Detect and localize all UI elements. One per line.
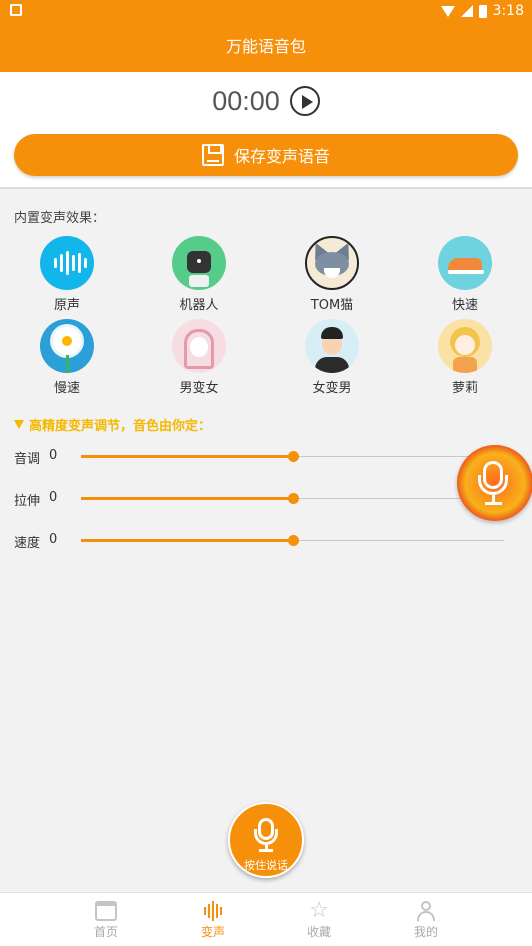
voice-wave-icon bbox=[202, 901, 224, 921]
effects-section-title: 内置变声效果： bbox=[14, 211, 106, 226]
sneaker-icon bbox=[438, 236, 492, 290]
status-time: 3:18 bbox=[492, 3, 524, 19]
slider-thumb[interactable] bbox=[287, 493, 299, 504]
floating-record-button[interactable] bbox=[457, 445, 532, 521]
man-icon bbox=[305, 319, 359, 373]
effect-label: TOM猫 bbox=[310, 298, 354, 313]
girl-icon bbox=[172, 319, 226, 373]
slider-value: 0 bbox=[49, 448, 58, 463]
nav-home[interactable]: 首页 bbox=[76, 901, 136, 940]
nav-favorites[interactable]: ☆ 收藏 bbox=[289, 898, 349, 940]
slider-fill bbox=[81, 539, 293, 542]
tom-cat-icon bbox=[305, 236, 359, 290]
nav-label: 我的 bbox=[413, 925, 438, 939]
playback-time: 00:00 bbox=[212, 85, 280, 116]
little-girl-icon bbox=[438, 319, 492, 373]
slider-label: 音调 bbox=[14, 452, 41, 467]
stretch-slider: 拉伸 0 bbox=[14, 488, 514, 510]
effect-fast[interactable]: 快速 bbox=[420, 236, 510, 313]
play-icon[interactable] bbox=[289, 86, 320, 116]
slider-label: 拉伸 bbox=[14, 494, 41, 509]
signal-icon bbox=[460, 5, 473, 17]
battery-icon bbox=[478, 4, 487, 18]
wifi-icon bbox=[440, 5, 455, 17]
home-icon bbox=[95, 901, 117, 921]
timer-row: 00:00 bbox=[0, 78, 532, 124]
app-bar: 万能语音包 bbox=[0, 24, 532, 72]
robot-icon bbox=[172, 236, 226, 290]
slider-value: 0 bbox=[49, 490, 58, 505]
nav-voice-change[interactable]: 变声 bbox=[183, 901, 243, 940]
effect-robot[interactable]: 机器人 bbox=[154, 236, 244, 313]
hold-to-talk-label: 按住说话 bbox=[244, 859, 288, 872]
slider-fill bbox=[81, 455, 293, 458]
effect-lolita[interactable]: 萝莉 bbox=[420, 319, 510, 396]
nav-label: 首页 bbox=[93, 925, 118, 939]
speed-slider: 速度 0 bbox=[14, 530, 514, 552]
page-title: 万能语音包 bbox=[225, 37, 306, 56]
player-panel: 00:00 保存变声语音 bbox=[0, 72, 532, 189]
nav-profile[interactable]: 我的 bbox=[396, 901, 456, 940]
save-voice-button[interactable]: 保存变声语音 bbox=[14, 134, 518, 176]
slider-fill bbox=[81, 497, 293, 500]
slider-value: 0 bbox=[49, 532, 58, 547]
slider-thumb[interactable] bbox=[287, 535, 299, 546]
effect-tom-cat[interactable]: TOM猫 bbox=[287, 236, 377, 313]
adjust-section-title: 高精度变声调节，音色由你定： bbox=[14, 415, 211, 434]
adjust-section-label: 高精度变声调节，音色由你定： bbox=[29, 419, 212, 434]
slider-thumb[interactable] bbox=[287, 451, 299, 462]
flower-icon bbox=[40, 319, 94, 373]
slider-label: 速度 bbox=[14, 536, 41, 551]
effect-label: 女变男 bbox=[312, 381, 352, 396]
pitch-slider: 音调 0 bbox=[14, 446, 514, 468]
effect-label: 萝莉 bbox=[451, 381, 478, 396]
effect-label: 男变女 bbox=[179, 381, 219, 396]
sound-wave-icon bbox=[40, 236, 94, 290]
bottom-nav: 首页 变声 ☆ 收藏 我的 bbox=[0, 892, 532, 946]
effect-female-to-male[interactable]: 女变男 bbox=[287, 319, 377, 396]
effect-label: 慢速 bbox=[53, 381, 80, 396]
effect-slow[interactable]: 慢速 bbox=[22, 319, 112, 396]
effect-label: 快速 bbox=[451, 298, 478, 313]
save-icon bbox=[201, 144, 224, 166]
hold-to-talk-button[interactable]: 按住说话 bbox=[228, 802, 304, 878]
effect-label: 机器人 bbox=[179, 298, 219, 313]
effect-original[interactable]: 原声 bbox=[22, 236, 112, 313]
save-voice-label: 保存变声语音 bbox=[233, 147, 330, 166]
status-icons: 3:18 bbox=[440, 3, 524, 19]
notification-icon bbox=[10, 4, 22, 16]
user-icon bbox=[415, 901, 437, 921]
status-bar: 3:18 bbox=[0, 0, 532, 24]
effect-label: 原声 bbox=[53, 298, 80, 313]
nav-label: 收藏 bbox=[306, 925, 331, 939]
diamond-icon bbox=[14, 420, 25, 429]
star-icon: ☆ bbox=[309, 898, 329, 923]
nav-label: 变声 bbox=[200, 925, 225, 939]
effect-male-to-female[interactable]: 男变女 bbox=[154, 319, 244, 396]
